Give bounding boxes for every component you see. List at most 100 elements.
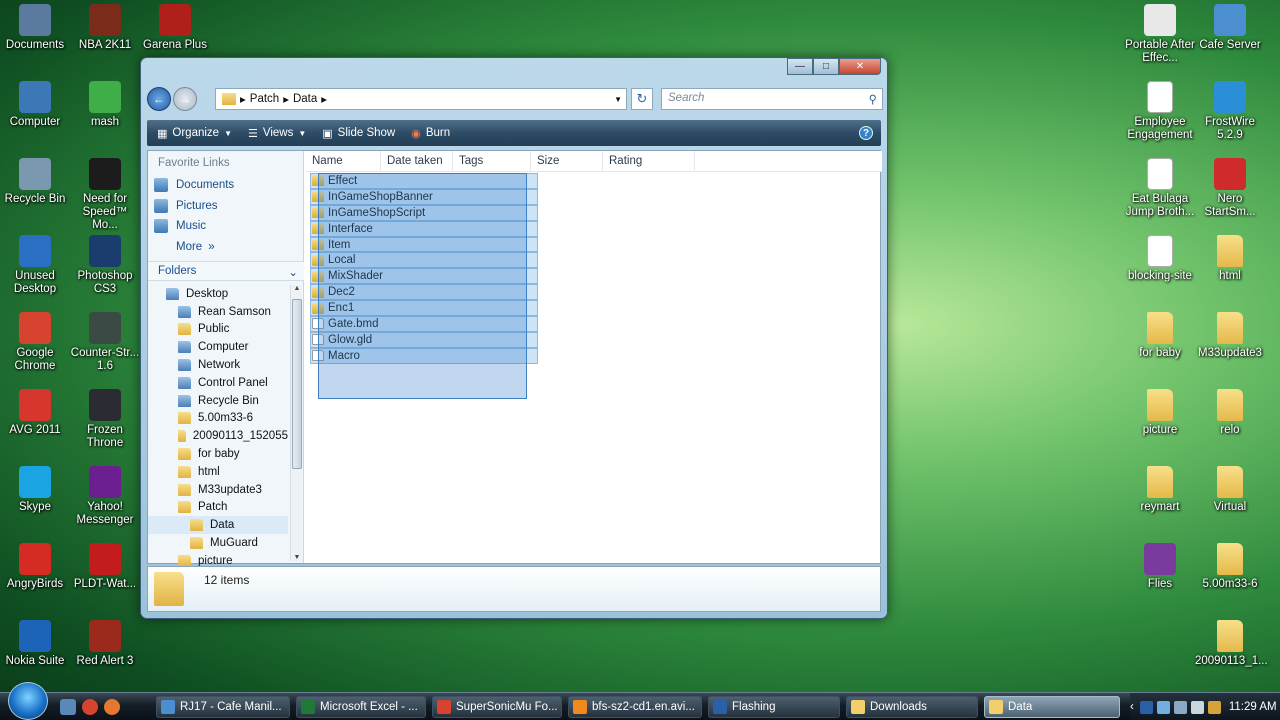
volume-icon[interactable] xyxy=(1190,700,1204,714)
tree-item[interactable]: 20090113_152055 xyxy=(148,427,288,445)
forward-button[interactable]: → xyxy=(173,87,197,111)
desktop-icon[interactable]: AVG 2011 xyxy=(0,389,70,437)
tree-item[interactable]: Computer xyxy=(148,338,288,356)
favorite-link-music[interactable]: Music xyxy=(148,216,303,237)
network-icon[interactable] xyxy=(1173,700,1187,714)
tree-item[interactable]: Recycle Bin xyxy=(148,392,288,410)
tree-item[interactable]: Data xyxy=(148,516,288,535)
burn-button[interactable]: ◉ Burn xyxy=(411,127,450,140)
column-header-tags[interactable]: Tags xyxy=(453,151,531,172)
tree-item[interactable]: Control Panel xyxy=(148,374,288,392)
column-header-size[interactable]: Size xyxy=(531,151,603,172)
desktop-icon[interactable]: Unused Desktop xyxy=(0,235,70,296)
firefox-icon[interactable] xyxy=(104,698,120,715)
breadcrumb-patch[interactable]: Patch xyxy=(250,93,279,105)
desktop-icon[interactable]: Computer xyxy=(0,81,70,129)
tree-item[interactable]: 5.00m33-6 xyxy=(148,410,288,428)
desktop-icon[interactable]: Frozen Throne xyxy=(70,389,140,450)
taskbar-button[interactable]: Downloads xyxy=(846,696,978,718)
address-bar[interactable]: ▸ Patch ▸ Data ▸ ▼ xyxy=(215,88,627,110)
column-header-date-taken[interactable]: Date taken xyxy=(381,151,453,172)
tree-item[interactable]: Patch xyxy=(148,499,288,517)
desktop-icon[interactable]: mash xyxy=(70,81,140,129)
help-icon[interactable]: ? xyxy=(859,126,873,140)
taskbar-button[interactable]: RJ17 - Cafe Manil... xyxy=(156,696,290,718)
tree-item[interactable]: Desktop xyxy=(148,285,288,303)
breadcrumb-data[interactable]: Data xyxy=(293,93,317,105)
desktop-icon[interactable]: FrostWire 5.2.9 xyxy=(1195,81,1265,142)
scroll-up-icon[interactable]: ▲ xyxy=(291,285,303,292)
column-header-rating[interactable]: Rating xyxy=(603,151,695,172)
favorite-link-pictures[interactable]: Pictures xyxy=(148,196,303,217)
search-icon[interactable]: ⚲ xyxy=(869,92,877,106)
taskbar-button[interactable]: Flashing xyxy=(708,696,840,718)
address-dropdown-icon[interactable]: ▼ xyxy=(614,95,622,104)
desktop-icon[interactable]: Need for Speed™ Mo... xyxy=(70,158,140,232)
desktop-icon[interactable]: html xyxy=(1195,235,1265,283)
desktop-icon[interactable]: picture xyxy=(1125,389,1195,437)
scroll-down-icon[interactable]: ▼ xyxy=(291,554,303,561)
tree-item[interactable]: Public xyxy=(148,321,288,339)
chrome-icon[interactable] xyxy=(82,698,98,715)
tree-item[interactable]: for baby xyxy=(148,445,288,463)
desktop-icon[interactable]: AngryBirds xyxy=(0,543,70,591)
desktop-icon[interactable]: Counter-Str... 1.6 xyxy=(70,312,140,373)
back-button[interactable]: ← xyxy=(147,87,171,111)
taskbar-button[interactable]: SuperSonicMu Fo... xyxy=(432,696,562,718)
tray-app-icon[interactable] xyxy=(1139,700,1153,714)
favorite-link-documents[interactable]: Documents xyxy=(148,175,303,196)
show-desktop-icon[interactable] xyxy=(60,698,76,715)
search-input[interactable]: Search ⚲ xyxy=(661,88,883,110)
tree-item[interactable]: M33update3 xyxy=(148,481,288,499)
start-button[interactable] xyxy=(8,681,48,720)
tray-expand-icon[interactable]: ‹ xyxy=(1130,701,1134,713)
desktop-icon[interactable]: relo xyxy=(1195,389,1265,437)
tray-app-icon[interactable] xyxy=(1156,700,1170,714)
desktop-icon[interactable]: blocking-site xyxy=(1125,235,1195,283)
tree-item[interactable]: MuGuard xyxy=(148,534,288,552)
desktop-icon[interactable]: Portable After Effec... xyxy=(1125,4,1195,65)
close-button[interactable]: ✕ xyxy=(839,58,881,75)
desktop-icon[interactable]: Recycle Bin xyxy=(0,158,70,206)
desktop-icon[interactable]: Yahoo! Messenger xyxy=(70,466,140,527)
desktop-icon[interactable]: Garena Plus xyxy=(140,4,210,52)
column-header-name[interactable]: Name xyxy=(306,151,381,172)
maximize-button[interactable]: □ xyxy=(813,58,839,75)
scrollbar-thumb[interactable] xyxy=(292,299,302,469)
slideshow-button[interactable]: ▣ Slide Show xyxy=(322,127,395,140)
desktop-icon[interactable]: reymart xyxy=(1125,466,1195,514)
desktop-icon[interactable]: 20090113_1... xyxy=(1195,620,1268,668)
desktop-icon[interactable]: PLDT-Wat... xyxy=(70,543,140,591)
more-link[interactable]: More » xyxy=(148,237,303,258)
desktop-icon[interactable]: for baby xyxy=(1125,312,1195,360)
clock[interactable]: 11:29 AM xyxy=(1229,701,1277,713)
desktop-icon[interactable]: Flies xyxy=(1125,543,1195,591)
folders-header[interactable]: Folders ⌄ xyxy=(148,261,304,281)
taskbar-button[interactable]: bfs-sz2-cd1.en.avi... xyxy=(568,696,702,718)
desktop-icon[interactable]: NBA 2K11 xyxy=(70,4,140,52)
organize-button[interactable]: ▦ Organize ▼ xyxy=(157,127,232,140)
desktop-icon[interactable]: Photoshop CS3 xyxy=(70,235,140,296)
views-button[interactable]: ☰ Views ▼ xyxy=(248,127,306,140)
tree-item[interactable]: Rean Samson xyxy=(148,303,288,321)
taskbar-button[interactable]: Data xyxy=(984,696,1120,718)
tree-scrollbar[interactable]: ▲ ▼ xyxy=(290,285,302,561)
desktop-icon[interactable]: Documents xyxy=(0,4,70,52)
desktop-icon[interactable]: Eat Bulaga Jump Broth... xyxy=(1125,158,1195,219)
tray-app-icon[interactable] xyxy=(1207,700,1221,714)
refresh-button[interactable]: ↻ xyxy=(631,88,653,110)
desktop-icon[interactable]: Google Chrome xyxy=(0,312,70,373)
desktop-icon[interactable]: Skype xyxy=(0,466,70,514)
minimize-button[interactable]: — xyxy=(787,58,813,75)
taskbar-button[interactable]: Microsoft Excel - ... xyxy=(296,696,426,718)
desktop-icon[interactable]: Employee Engagement xyxy=(1125,81,1195,142)
desktop-icon[interactable]: Virtual xyxy=(1195,466,1265,514)
tree-item[interactable]: Network xyxy=(148,356,288,374)
desktop-icon[interactable]: 5.00m33-6 xyxy=(1195,543,1265,591)
tree-item[interactable]: html xyxy=(148,463,288,481)
desktop-icon[interactable]: Cafe Server xyxy=(1195,4,1265,52)
desktop-icon[interactable]: Nero StartSm... xyxy=(1195,158,1265,219)
desktop-icon[interactable]: Nokia Suite xyxy=(0,620,70,668)
desktop-icon[interactable]: Red Alert 3 xyxy=(70,620,140,668)
desktop-icon[interactable]: M33update3 xyxy=(1195,312,1265,360)
